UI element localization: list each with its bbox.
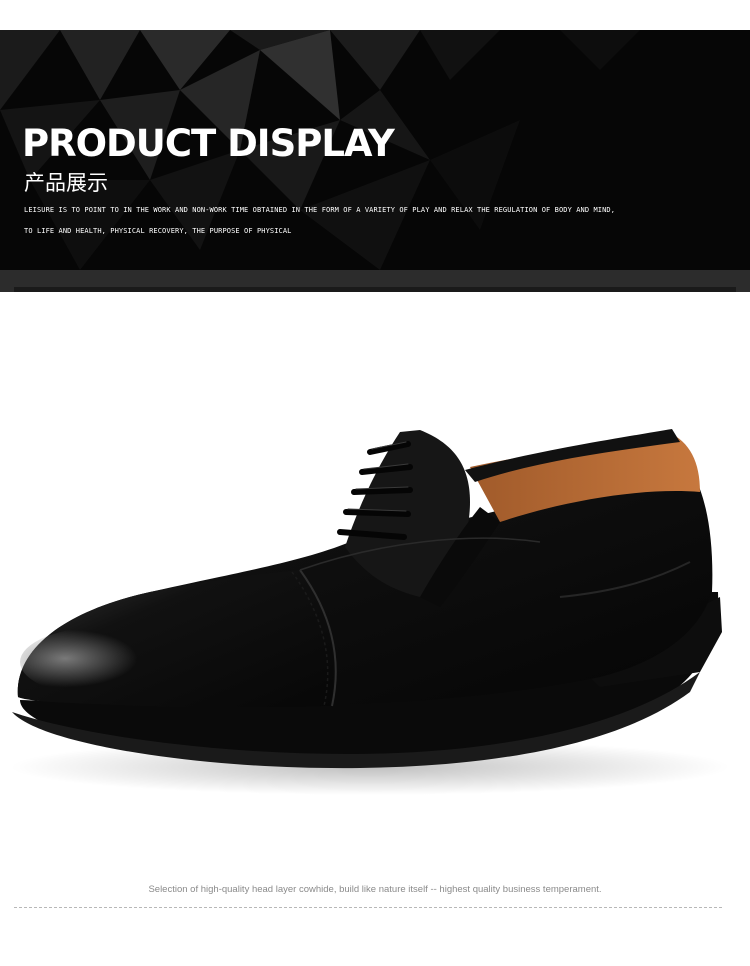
product-caption: Selection of high-quality head layer cow… bbox=[148, 884, 602, 895]
banner-description: LEISURE IS TO POINT TO IN THE WORK AND N… bbox=[24, 206, 616, 235]
product-shoe-image bbox=[10, 429, 730, 795]
product-display-banner: PRODUCT DISPLAY 产品展示 LEISURE IS TO POINT… bbox=[0, 30, 750, 292]
banner-title: PRODUCT DISPLAY bbox=[22, 122, 395, 165]
section-divider bbox=[14, 907, 722, 908]
banner-subtitle: 产品展示 bbox=[24, 171, 108, 195]
